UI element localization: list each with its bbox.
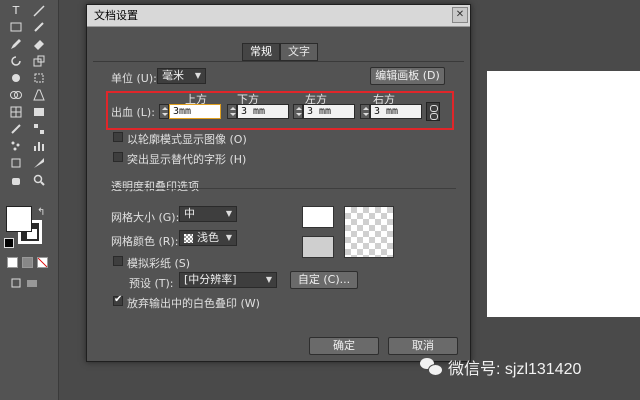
- bleed-bottom-field: 3 mm: [227, 104, 289, 119]
- highlight-glyphs-label: 突出显示替代的字形 (H): [127, 153, 247, 166]
- dialog-titlebar[interactable]: 文档设置 ✕: [87, 5, 470, 27]
- grid-color-select[interactable]: 浅色 ▼: [179, 230, 237, 246]
- hand-tool-icon[interactable]: [9, 173, 23, 187]
- artboard-canvas: [487, 71, 640, 317]
- perspective-grid-tool-icon[interactable]: [32, 88, 46, 102]
- watermark-text: 微信号: sjzl131420: [448, 361, 582, 378]
- symbol-sprayer-tool-icon[interactable]: [9, 139, 23, 153]
- paper-color-swatch-white[interactable]: [302, 206, 334, 228]
- grid-color-value: 浅色: [197, 231, 219, 244]
- preset-select[interactable]: [中分辨率] ▼: [179, 272, 277, 288]
- artboard-tool-icon[interactable]: [9, 156, 23, 170]
- grid-size-value: 中: [184, 207, 195, 220]
- link-bleed-chain-icon[interactable]: [426, 102, 440, 121]
- color-mode-icon[interactable]: [7, 257, 18, 268]
- bleed-top-field: 3mm: [159, 104, 221, 119]
- default-colors-icon[interactable]: [4, 238, 14, 248]
- type-tool-icon[interactable]: T: [9, 4, 23, 18]
- paper-color-swatch-gray[interactable]: [302, 236, 334, 258]
- blend-tool-icon[interactable]: [32, 122, 46, 136]
- units-value: 毫米: [162, 69, 184, 82]
- bleed-right-spinner[interactable]: [360, 104, 370, 119]
- bleed-top-spinner[interactable]: [159, 104, 169, 119]
- section-title: 透明度和叠印选项: [111, 180, 199, 193]
- chevron-down-icon: ▼: [225, 233, 232, 242]
- discard-white-overprint-checkbox[interactable]: [113, 294, 123, 306]
- bleed-bottom-input[interactable]: 3 mm: [237, 104, 289, 119]
- tab-bar: 常规 文字: [242, 43, 318, 61]
- bleed-right-field: 3 mm: [360, 104, 422, 119]
- grid-color-label: 网格颜色 (R):: [111, 235, 179, 248]
- rotate-tool-icon[interactable]: [9, 54, 23, 68]
- zoom-tool-icon[interactable]: [32, 173, 46, 187]
- chevron-down-icon: ▼: [194, 71, 201, 80]
- swap-fill-stroke-icon[interactable]: ↰: [37, 207, 45, 218]
- discard-white-overprint-label: 放弃输出中的白色叠印 (W): [127, 297, 260, 310]
- draw-normal-icon[interactable]: [9, 276, 23, 290]
- chevron-down-icon: ▼: [225, 209, 232, 218]
- gradient-mode-icon[interactable]: [22, 257, 33, 268]
- scale-tool-icon[interactable]: [32, 54, 46, 68]
- wechat-icon: [420, 358, 443, 376]
- fill-swatch[interactable]: [6, 206, 32, 232]
- units-label: 单位 (U):: [111, 72, 157, 85]
- chevron-down-icon: ▼: [265, 275, 272, 284]
- section-divider: [111, 188, 456, 189]
- bleed-right-input[interactable]: 3 mm: [370, 104, 422, 119]
- grid-size-select[interactable]: 中 ▼: [179, 206, 237, 222]
- outline-mode-label: 以轮廓模式显示图像 (O): [127, 133, 247, 146]
- tools-panel: T ↰: [0, 0, 59, 400]
- bleed-left-spinner[interactable]: [293, 104, 303, 119]
- pencil-tool-icon[interactable]: [9, 37, 23, 51]
- bleed-label: 出血 (L):: [111, 106, 155, 119]
- custom-button[interactable]: 自定 (C)...: [290, 271, 358, 289]
- shape-builder-tool-icon[interactable]: [9, 88, 23, 102]
- warp-tool-icon[interactable]: [9, 71, 23, 85]
- graph-tool-icon[interactable]: [32, 139, 46, 153]
- tab-divider: [93, 61, 464, 62]
- mesh-tool-icon[interactable]: [9, 105, 23, 119]
- screen-mode-icon[interactable]: [25, 276, 39, 290]
- grid-size-label: 网格大小 (G):: [111, 211, 180, 224]
- none-mode-icon[interactable]: [37, 257, 48, 268]
- preset-value: [中分辨率]: [184, 273, 237, 286]
- tab-type[interactable]: 文字: [280, 43, 318, 61]
- free-transform-tool-icon[interactable]: [32, 71, 46, 85]
- ok-button[interactable]: 确定: [309, 337, 379, 355]
- close-icon[interactable]: ✕: [452, 7, 468, 23]
- grid-color-swatch: [184, 233, 193, 243]
- gradient-tool-icon[interactable]: [32, 105, 46, 119]
- units-select[interactable]: 毫米 ▼: [157, 68, 206, 84]
- preset-label: 预设 (T):: [129, 277, 174, 290]
- simulate-paper-label: 模拟彩纸 (S): [127, 257, 191, 270]
- document-setup-dialog: 文档设置 ✕ 常规 文字 单位 (U): 毫米 ▼ 编辑画板 (D) 出血 (L…: [86, 4, 471, 362]
- slice-tool-icon[interactable]: [32, 156, 46, 170]
- paintbrush-tool-icon[interactable]: [32, 20, 46, 34]
- bleed-left-input[interactable]: 3 mm: [303, 104, 355, 119]
- bleed-top-input[interactable]: 3mm: [169, 104, 221, 119]
- simulate-paper-checkbox[interactable]: [113, 256, 123, 266]
- transparency-grid-preview: [344, 206, 394, 258]
- bleed-left-field: 3 mm: [293, 104, 355, 119]
- highlight-glyphs-checkbox[interactable]: [113, 152, 123, 162]
- line-tool-icon[interactable]: [32, 4, 46, 18]
- eraser-tool-icon[interactable]: [32, 37, 46, 51]
- bleed-bottom-spinner[interactable]: [227, 104, 237, 119]
- outline-mode-checkbox[interactable]: [113, 132, 123, 142]
- rectangle-tool-icon[interactable]: [9, 20, 23, 34]
- dialog-title: 文档设置: [94, 9, 138, 22]
- tab-general[interactable]: 常规: [242, 43, 280, 61]
- eyedropper-tool-icon[interactable]: [9, 122, 23, 136]
- wechat-watermark: 微信号: sjzl131420: [420, 355, 581, 379]
- cancel-button[interactable]: 取消: [388, 337, 458, 355]
- edit-artboards-button[interactable]: 编辑画板 (D): [370, 67, 445, 85]
